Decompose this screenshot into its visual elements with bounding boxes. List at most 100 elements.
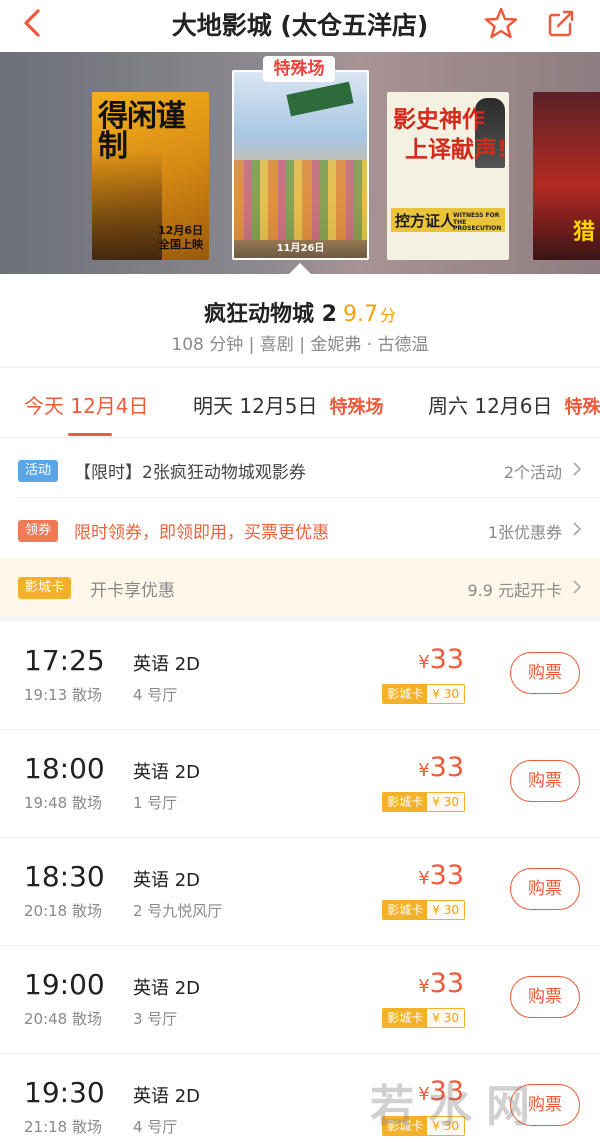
cinema-card-price: 影城卡 ¥ 30 — [382, 792, 465, 812]
tab-date-tomorrow[interactable]: 明天 12月5日 特殊场 — [193, 390, 384, 419]
cinema-card-value: ¥ 30 — [427, 1009, 464, 1027]
watermark: 若水网 — [370, 1081, 544, 1132]
poster-title: 控方证人 — [395, 212, 456, 230]
language-format: 英语 2D — [133, 978, 201, 999]
hall-name: 2 号九悦风厅 — [133, 902, 223, 920]
cinema-card-price: 影城卡 ¥ 30 — [382, 684, 465, 704]
start-time: 19:00 — [24, 968, 105, 1001]
promo-activity-row[interactable]: 活动 【限时】2张疯狂动物城观影券 2个活动 — [0, 438, 600, 498]
selected-poster-caret — [288, 263, 312, 275]
language-format: 英语 2D — [133, 1086, 201, 1107]
movie-title: 疯狂动物城 2 — [204, 302, 337, 327]
showtime-row[interactable]: 17:25 19:13 散场 英语 2D 4 号厅 ¥33 影城卡 ¥ 30 购票 — [0, 622, 600, 730]
hall-name: 4 号厅 — [133, 686, 178, 704]
currency-symbol: ¥ — [418, 868, 430, 889]
buy-ticket-button[interactable]: 购票 — [510, 868, 580, 910]
tab-special-badge: 特殊场 — [329, 397, 384, 418]
coupon-tag: 领券 — [18, 520, 59, 542]
poster-title: 猎 — [573, 220, 596, 245]
hall-name: 3 号厅 — [133, 1010, 178, 1028]
promo-text: 限时领券，即领即用，买票更优惠 — [74, 523, 329, 543]
movie-info: 疯狂动物城 2 9.7 分 108 分钟 | 喜剧 | 金妮弗 · 古德温 — [0, 274, 600, 366]
active-tab-indicator — [68, 433, 112, 436]
chevron-right-icon — [573, 580, 582, 594]
cinema-card-label: 影城卡 — [383, 793, 428, 811]
ticket-price: ¥33 — [418, 644, 464, 675]
price-value: 33 — [429, 860, 464, 891]
poster-movie-3[interactable]: 影史神作 上译献声! 控方证人 WITNESS FOR THE PROSECUT… — [387, 92, 509, 260]
language-format: 英语 2D — [133, 654, 201, 675]
promo-text: 【限时】2张疯狂动物城观影券 — [74, 463, 306, 483]
buy-ticket-button[interactable]: 购票 — [510, 976, 580, 1018]
star-icon[interactable] — [484, 6, 518, 40]
showtime-row[interactable]: 18:00 19:48 散场 英语 2D 1 号厅 ¥33 影城卡 ¥ 30 购票 — [0, 730, 600, 838]
poster-carousel[interactable]: 得闲谨制 12月6日 全国上映 11月26日 影史神作 上译献声! 控方证人 W… — [0, 52, 600, 274]
start-time: 18:00 — [24, 752, 105, 785]
cinema-card-tag: 影城卡 — [18, 577, 72, 599]
poster-crowd-art — [234, 160, 367, 240]
date-tabs: 今天 12月4日 明天 12月5日 特殊场 周六 12月6日 特殊 — [0, 368, 600, 438]
movie-title-line: 疯狂动物城 2 9.7 分 — [0, 296, 600, 328]
share-icon[interactable] — [546, 8, 576, 38]
cinema-card-value: ¥ 30 — [427, 901, 464, 919]
currency-symbol: ¥ — [418, 652, 430, 673]
tab-date-saturday[interactable]: 周六 12月6日 特殊 — [428, 390, 600, 419]
ticket-price: ¥33 — [418, 860, 464, 891]
price-value: 33 — [429, 644, 464, 675]
poster-movie-1[interactable]: 得闲谨制 12月6日 全国上映 — [92, 92, 209, 260]
end-time: 19:48 散场 — [24, 794, 102, 812]
buy-ticket-button[interactable]: 购票 — [510, 760, 580, 802]
cinema-card-value: ¥ 30 — [427, 793, 464, 811]
poster-movie-4[interactable]: 猎 — [533, 92, 600, 260]
poster-figures — [92, 150, 162, 260]
poster-title-en: WITNESS FOR THE PROSECUTION — [453, 212, 502, 233]
poster-date: 11月26日 — [276, 243, 325, 254]
hall-name: 1 号厅 — [133, 794, 178, 812]
movie-score-unit: 分 — [379, 306, 396, 325]
showtime-row[interactable]: 18:30 20:18 散场 英语 2D 2 号九悦风厅 ¥33 影城卡 ¥ 30… — [0, 838, 600, 946]
promo-count: 2个活动 — [503, 463, 562, 482]
start-time: 18:30 — [24, 860, 105, 893]
top-nav-bar: 大地影城 (太仓五洋店) — [0, 0, 600, 52]
poster-release: 全国上映 — [159, 238, 203, 251]
special-screening-badge: 特殊场 — [263, 56, 335, 82]
tab-label: 周六 12月6日 — [428, 394, 553, 418]
poster-headline-2: 上译献声! — [405, 137, 508, 163]
cinema-card-price: 影城卡 ¥ 30 — [382, 900, 465, 920]
chevron-right-icon — [573, 462, 582, 476]
coupon-count: 1张优惠券 — [487, 523, 562, 542]
currency-symbol: ¥ — [418, 976, 430, 997]
poster-headline-1: 影史神作 — [393, 107, 485, 133]
tab-label: 明天 12月5日 — [193, 394, 318, 418]
movie-score: 9.7 — [342, 302, 378, 327]
poster-street-sign — [286, 81, 354, 117]
poster-title: 得闲谨制 — [98, 99, 186, 164]
tab-date-today[interactable]: 今天 12月4日 — [24, 390, 149, 419]
chevron-right-icon — [573, 522, 582, 536]
cinema-card-label: 影城卡 — [383, 685, 428, 703]
currency-symbol: ¥ — [418, 760, 430, 781]
language-format: 英语 2D — [133, 762, 201, 783]
buy-ticket-button[interactable]: 购票 — [510, 652, 580, 694]
end-time: 20:48 散场 — [24, 1010, 102, 1028]
promo-cinema-card-row[interactable]: 影城卡 开卡享优惠 9.9 元起开卡 — [0, 558, 600, 616]
cinema-card-label: 影城卡 — [383, 1009, 428, 1027]
ticket-price: ¥33 — [418, 968, 464, 999]
movie-meta: 108 分钟 | 喜剧 | 金妮弗 · 古德温 — [171, 335, 429, 355]
hall-name: 4 号厅 — [133, 1118, 178, 1136]
poster-movie-selected[interactable]: 11月26日 — [232, 70, 369, 260]
promo-text: 开卡享优惠 — [90, 581, 175, 601]
end-time: 21:18 散场 — [24, 1118, 102, 1136]
start-time: 19:30 — [24, 1076, 105, 1109]
ticket-price: ¥33 — [418, 752, 464, 783]
activity-tag: 活动 — [18, 460, 59, 482]
tab-special-badge: 特殊 — [564, 397, 600, 418]
showtime-row[interactable]: 19:00 20:48 散场 英语 2D 3 号厅 ¥33 影城卡 ¥ 30 购票 — [0, 946, 600, 1054]
end-time: 19:13 散场 — [24, 686, 102, 704]
cinema-card-value: ¥ 30 — [427, 685, 464, 703]
start-time: 17:25 — [24, 644, 105, 677]
promo-coupon-row[interactable]: 领券 限时领券，即领即用，买票更优惠 1张优惠券 — [0, 498, 600, 558]
price-value: 33 — [429, 752, 464, 783]
price-value: 33 — [429, 968, 464, 999]
end-time: 20:18 散场 — [24, 902, 102, 920]
